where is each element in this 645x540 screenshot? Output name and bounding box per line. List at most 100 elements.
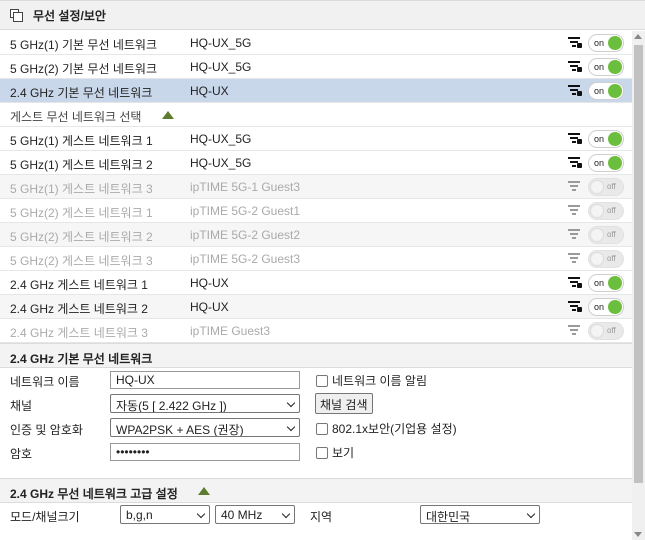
wifi-icon — [568, 325, 582, 337]
wifi-icon — [568, 205, 582, 217]
enterprise-checkbox[interactable]: 802.1x보안(기업용 설정) — [316, 420, 457, 437]
guest-row[interactable]: 5 GHz(1) 게스트 네트워크 1 HQ-UX_5G on — [0, 127, 632, 151]
channel-label: 채널 — [10, 399, 33, 413]
width-select-value: 40 MHz — [221, 508, 263, 522]
advanced-panel-title[interactable]: 2.4 GHz 무선 네트워크 고급 설정 — [0, 478, 632, 503]
content-area: 5 GHz(1) 기본 무선 네트워크 HQ-UX_5G on 5 GHz(2)… — [0, 31, 632, 540]
password-label: 암호 — [10, 447, 33, 461]
network-toggle[interactable]: on — [588, 82, 624, 100]
network-toggle[interactable]: off — [588, 250, 624, 268]
guest-row[interactable]: 5 GHz(2) 게스트 네트워크 1 ipTIME 5G-2 Guest1 o… — [0, 199, 632, 223]
wifi-icon — [568, 181, 582, 193]
network-toggle[interactable]: off — [588, 226, 624, 244]
guest-section-toggle[interactable]: 게스트 무선 네트워크 선택 — [0, 103, 632, 127]
network-name: 5 GHz(1) 게스트 네트워크 1 — [10, 134, 153, 148]
channel-select-value: 자동(5 [ 2.422 GHz ]) — [116, 399, 227, 413]
guest-row[interactable]: 2.4 GHz 게스트 네트워크 3 ipTIME Guest3 off — [0, 319, 632, 343]
checkbox-box[interactable] — [316, 375, 328, 387]
guest-section-label: 게스트 무선 네트워크 선택 — [10, 110, 142, 124]
chevron-down-icon — [196, 509, 206, 519]
network-ssid: ipTIME 5G-2 Guest1 — [190, 204, 301, 218]
region-select[interactable]: 대한민국 — [420, 505, 540, 524]
network-name: 5 GHz(2) 게스트 네트워크 3 — [10, 254, 153, 268]
chevron-down-icon — [281, 509, 291, 519]
network-toggle[interactable]: on — [588, 298, 624, 316]
auth-row: 인증 및 암호화 WPA2PSK + AES (권장) 802.1x보안(기업용… — [0, 416, 632, 440]
guest-row[interactable]: 5 GHz(1) 게스트 네트워크 2 HQ-UX_5G on — [0, 151, 632, 175]
network-toggle[interactable]: on — [588, 154, 624, 172]
region-select-value: 대한민국 — [426, 510, 471, 524]
channel-width-select[interactable]: 40 MHz — [215, 505, 295, 524]
wifi-lock-icon — [568, 85, 582, 97]
network-ssid: HQ-UX — [190, 300, 229, 314]
network-row-5g1[interactable]: 5 GHz(1) 기본 무선 네트워크 HQ-UX_5G on — [0, 31, 632, 55]
network-name-input[interactable] — [110, 371, 300, 389]
password-row: 암호 보기 — [0, 440, 632, 464]
mode-label: 모드/채널크기 — [10, 510, 80, 524]
network-name: 5 GHz(2) 게스트 네트워크 1 — [10, 206, 153, 220]
vertical-scrollbar[interactable] — [632, 31, 645, 540]
network-name: 5 GHz(1) 게스트 네트워크 2 — [10, 158, 153, 172]
guest-row[interactable]: 5 GHz(2) 게스트 네트워크 2 ipTIME 5G-2 Guest2 o… — [0, 223, 632, 247]
show-password-checkbox[interactable]: 보기 — [316, 444, 354, 461]
network-toggle[interactable]: off — [588, 322, 624, 340]
guest-row[interactable]: 5 GHz(1) 게스트 네트워크 3 ipTIME 5G-1 Guest3 o… — [0, 175, 632, 199]
scrollbar-thumb[interactable] — [634, 45, 643, 483]
guest-row[interactable]: 2.4 GHz 게스트 네트워크 2 HQ-UX on — [0, 295, 632, 319]
password-input[interactable] — [110, 443, 300, 461]
wifi-lock-icon — [568, 61, 582, 73]
channel-row: 채널 자동(5 [ 2.422 GHz ]) 채널 검색 — [0, 392, 632, 416]
broadcast-checkbox[interactable]: 네트워크 이름 알림 — [316, 372, 427, 389]
network-row-5g2[interactable]: 5 GHz(2) 기본 무선 네트워크 HQ-UX_5G on — [0, 55, 632, 79]
network-name-label: 네트워크 이름 — [10, 375, 80, 389]
network-toggle[interactable]: off — [588, 202, 624, 220]
wifi-lock-icon — [568, 133, 582, 145]
checkbox-box[interactable] — [316, 423, 328, 435]
auth-select-value: WPA2PSK + AES (권장) — [116, 423, 244, 437]
channel-search-button[interactable]: 채널 검색 — [315, 393, 373, 414]
wifi-lock-icon — [568, 37, 582, 49]
network-name-row: 네트워크 이름 네트워크 이름 알림 — [0, 368, 632, 392]
panel-title-text: 2.4 GHz 무선 네트워크 고급 설정 — [10, 487, 178, 501]
auth-select[interactable]: WPA2PSK + AES (권장) — [110, 418, 300, 437]
network-name: 2.4 GHz 게스트 네트워크 3 — [10, 326, 148, 340]
checkbox-label: 네트워크 이름 알림 — [332, 374, 427, 388]
scroll-up-icon[interactable] — [634, 34, 642, 39]
network-name: 2.4 GHz 기본 무선 네트워크 — [10, 86, 153, 100]
mode-select[interactable]: b,g,n — [120, 505, 210, 524]
network-toggle[interactable]: off — [588, 178, 624, 196]
auth-label: 인증 및 암호화 — [10, 423, 83, 437]
chevron-down-icon — [286, 398, 296, 408]
guest-row[interactable]: 2.4 GHz 게스트 네트워크 1 HQ-UX on — [0, 271, 632, 295]
network-ssid: HQ-UX — [190, 276, 229, 290]
scroll-down-icon[interactable] — [634, 532, 642, 537]
page-header: 무선 설정/보안 — [0, 0, 645, 30]
network-ssid: ipTIME 5G-1 Guest3 — [190, 180, 301, 194]
channel-select[interactable]: 자동(5 [ 2.422 GHz ]) — [110, 394, 300, 413]
network-ssid: HQ-UX_5G — [190, 156, 252, 170]
network-name: 5 GHz(2) 게스트 네트워크 2 — [10, 230, 153, 244]
network-toggle[interactable]: on — [588, 58, 624, 76]
collapse-arrow-icon[interactable] — [162, 111, 174, 119]
network-ssid: ipTIME 5G-2 Guest2 — [190, 228, 301, 242]
network-toggle[interactable]: on — [588, 34, 624, 52]
network-name: 5 GHz(2) 기본 무선 네트워크 — [10, 62, 157, 76]
region-label: 지역 — [310, 510, 333, 524]
network-toggle[interactable]: on — [588, 274, 624, 292]
network-row-24g[interactable]: 2.4 GHz 기본 무선 네트워크 HQ-UX on — [0, 79, 632, 103]
checkbox-label: 802.1x보안(기업용 설정) — [332, 422, 457, 436]
checkbox-box[interactable] — [316, 447, 328, 459]
checkbox-label: 보기 — [332, 446, 355, 460]
network-name: 2.4 GHz 게스트 네트워크 2 — [10, 302, 148, 316]
collapse-arrow-icon[interactable] — [198, 487, 210, 495]
page-title: 무선 설정/보안 — [33, 8, 106, 23]
chevron-down-icon — [286, 422, 296, 432]
network-ssid: HQ-UX — [190, 84, 229, 98]
window-icon — [10, 8, 23, 22]
network-toggle[interactable]: on — [588, 130, 624, 148]
network-name: 5 GHz(1) 게스트 네트워크 3 — [10, 182, 153, 196]
network-name: 5 GHz(1) 기본 무선 네트워크 — [10, 38, 157, 52]
basic-panel-title: 2.4 GHz 기본 무선 네트워크 — [0, 343, 632, 368]
network-ssid: HQ-UX_5G — [190, 132, 252, 146]
guest-row[interactable]: 5 GHz(2) 게스트 네트워크 3 ipTIME 5G-2 Guest3 o… — [0, 247, 632, 271]
